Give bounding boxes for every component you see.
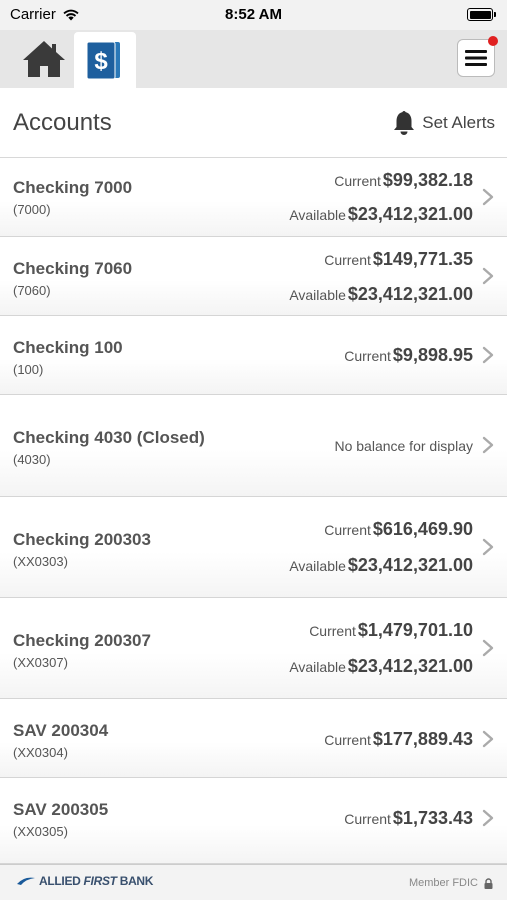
account-row[interactable]: Checking 7000 (7000) Current $99,382.18 … [0, 158, 507, 237]
account-name: SAV 200305 [13, 800, 109, 819]
current-label: Current [324, 732, 371, 748]
swoosh-icon [17, 877, 35, 885]
home-icon [23, 41, 65, 77]
available-value: $23,412,321.00 [347, 204, 473, 224]
available-label: Available [289, 558, 346, 574]
current-balance: Current $9,898.95 [344, 345, 473, 366]
account-name: Checking 100 [13, 338, 123, 357]
account-row[interactable]: SAV 200305 (XX0305) Current $1,733.43 [0, 778, 507, 864]
current-value: $149,771.35 [372, 249, 473, 269]
chevron-right-icon [482, 346, 494, 364]
chevron-right-icon [482, 267, 494, 285]
current-value: $9,898.95 [392, 345, 473, 365]
logo-text-allied: ALLIED [39, 874, 81, 888]
available-value: $23,412,321.00 [347, 656, 473, 676]
accounts-tab[interactable]: $ [74, 32, 136, 88]
available-label: Available [289, 207, 346, 223]
current-balance: Current $149,771.35 [324, 249, 473, 270]
current-value: $616,469.90 [372, 519, 473, 539]
bank-logo: ALLIED FIRST BANK [16, 874, 153, 888]
available-balance: Available $23,412,321.00 [289, 656, 473, 677]
page-title: Accounts [13, 109, 112, 136]
current-value: $1,479,701.10 [357, 620, 473, 640]
menu-button[interactable] [457, 36, 498, 77]
available-balance: Available $23,412,321.00 [289, 204, 473, 225]
accounts-header: Accounts Set Alerts [0, 88, 507, 158]
account-number: (XX0307) [13, 655, 68, 670]
accounts-dollar-icon: $ [86, 41, 120, 80]
current-balance: Current $1,733.43 [344, 808, 473, 829]
account-name: SAV 200304 [13, 721, 109, 740]
account-row[interactable]: Checking 200303 (XX0303) Current $616,46… [0, 497, 507, 598]
current-value: $177,889.43 [372, 729, 473, 749]
chevron-right-icon [482, 730, 494, 748]
account-name: Checking 200307 [13, 631, 151, 650]
current-label: Current [334, 173, 381, 189]
account-row[interactable]: Checking 200307 (XX0307) Current $1,479,… [0, 598, 507, 699]
current-label: Current [309, 623, 356, 639]
current-value: $1,733.43 [392, 808, 473, 828]
chevron-right-icon [482, 188, 494, 206]
hamburger-menu-icon [465, 50, 487, 66]
account-number: (100) [13, 362, 44, 377]
chevron-right-icon [482, 809, 494, 827]
status-time: 8:52 AM [225, 6, 282, 23]
available-value: $23,412,321.00 [347, 284, 473, 304]
status-bar: Carrier 8:52 AM [0, 0, 507, 30]
logo-text-bank: BANK [119, 874, 154, 888]
available-label: Available [289, 659, 346, 675]
home-tab[interactable] [14, 30, 74, 88]
notification-dot [488, 36, 498, 46]
set-alerts-button[interactable]: Set Alerts [392, 110, 495, 136]
account-list: Checking 7000 (7000) Current $99,382.18 … [0, 158, 507, 864]
account-number: (7000) [13, 202, 51, 217]
account-number: (4030) [13, 452, 51, 467]
account-name: Checking 7000 [13, 178, 133, 197]
top-navigation: $ [0, 30, 507, 88]
current-label: Current [344, 348, 391, 364]
chevron-right-icon [482, 538, 494, 556]
available-balance: Available $23,412,321.00 [289, 555, 473, 576]
account-name: Checking 4030 (Closed) [13, 428, 205, 447]
account-row[interactable]: Checking 4030 (Closed) (4030) No balance… [0, 395, 507, 497]
battery-icon [467, 8, 496, 21]
member-fdic-label: Member FDIC [408, 877, 478, 889]
chevron-right-icon [482, 436, 494, 454]
account-number: (7060) [13, 283, 51, 298]
lock-icon [484, 877, 493, 889]
account-name: Checking 7060 [13, 259, 133, 278]
member-fdic: Member FDIC [409, 877, 493, 889]
account-name: Checking 200303 [13, 530, 151, 549]
account-row[interactable]: Checking 7060 (7060) Current $149,771.35… [0, 237, 507, 316]
account-row[interactable]: Checking 100 (100) Current $9,898.95 [0, 316, 507, 395]
current-balance: Current $177,889.43 [324, 729, 473, 750]
current-balance: Current $616,469.90 [324, 519, 473, 540]
current-value: $99,382.18 [382, 170, 473, 190]
logo-text-first: FIRST [83, 874, 117, 888]
available-balance: Available $23,412,321.00 [289, 284, 473, 305]
current-balance: Current $1,479,701.10 [309, 620, 473, 641]
account-number: (XX0303) [13, 554, 68, 569]
account-row[interactable]: SAV 200304 (XX0304) Current $177,889.43 [0, 699, 507, 778]
current-label: Current [344, 811, 391, 827]
available-label: Available [289, 287, 346, 303]
svg-text:$: $ [94, 48, 108, 75]
no-balance-text: No balance for display [334, 438, 473, 454]
set-alerts-label: Set Alerts [422, 113, 495, 132]
current-label: Current [324, 522, 371, 538]
available-value: $23,412,321.00 [347, 555, 473, 575]
bell-icon [394, 111, 415, 135]
chevron-right-icon [482, 639, 494, 657]
account-number: (XX0305) [13, 824, 68, 839]
current-label: Current [324, 252, 371, 268]
account-number: (XX0304) [13, 745, 68, 760]
current-balance: Current $99,382.18 [334, 170, 473, 191]
footer: ALLIED FIRST BANK Member FDIC [0, 864, 507, 900]
